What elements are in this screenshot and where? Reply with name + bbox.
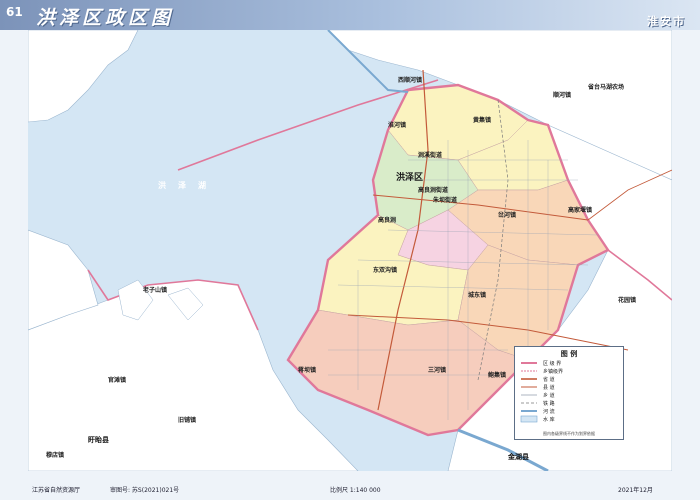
city-name: 淮安市 bbox=[647, 15, 686, 28]
town-huaihe: 淮河镇 bbox=[388, 122, 407, 129]
map-page: 61 洪泽区政区图 淮安市 洪泽湖 洪泽区 高良涧街道 东双沟镇 三河镇 黄集镇… bbox=[0, 0, 700, 500]
town-guantan: 官滩镇 bbox=[108, 377, 127, 384]
place-farm: 省台马湖农场 bbox=[588, 84, 625, 91]
legend-item: 铁 路 bbox=[543, 401, 555, 407]
page-number: 61 bbox=[6, 5, 23, 19]
legend-item: 区 级 界 bbox=[543, 361, 562, 367]
footer-approval: 审图号: 苏S(2021)021号 bbox=[110, 487, 180, 494]
legend-box: 图 例 区 级 界 乡镇级界 省 道 县 道 乡 道 铁 路 河 流 水 库 图… bbox=[514, 346, 624, 440]
town-chengdong: 城东镇 bbox=[468, 292, 487, 299]
town-jianxi: 涧溪街道 bbox=[418, 152, 443, 159]
legend-item: 乡镇级界 bbox=[543, 369, 564, 375]
legend-symbols bbox=[520, 362, 538, 423]
district-label: 洪泽区 bbox=[396, 173, 424, 183]
town-sanhe: 三河镇 bbox=[428, 367, 447, 374]
footer: 江苏省自然资源厅 审图号: 苏S(2021)021号 比例尺 1:140 000… bbox=[0, 471, 700, 500]
town-huayuan: 花园镇 bbox=[618, 297, 637, 304]
legend-item: 水 库 bbox=[543, 417, 555, 423]
legend-item: 省 道 bbox=[543, 377, 555, 383]
town-huanglian: 黄集镇 bbox=[473, 117, 492, 124]
town-laozi: 老子山镇 bbox=[143, 287, 168, 294]
map-title: 洪泽区政区图 bbox=[36, 7, 175, 29]
footer-scale: 比例尺 1:140 000 bbox=[330, 487, 381, 494]
legend-item: 县 道 bbox=[543, 385, 555, 391]
legend-item: 乡 道 bbox=[543, 393, 555, 399]
town-mudian: 穆店镇 bbox=[46, 452, 65, 459]
town-xishun: 西顺河镇 bbox=[398, 77, 423, 84]
town-shunhe: 顺河镇 bbox=[553, 92, 572, 99]
town-gaoliang: 高良涧街道 bbox=[418, 187, 449, 194]
footer-date: 2021年12月 bbox=[618, 487, 653, 494]
town-jiupu: 旧铺镇 bbox=[178, 417, 197, 424]
legend-note: 图内各级界线不作为划界依据 bbox=[543, 431, 595, 436]
town-baoji: 鲍集镇 bbox=[488, 372, 507, 379]
legend-item: 河 流 bbox=[543, 409, 555, 415]
county-jinhu: 金湖县 bbox=[508, 453, 529, 461]
town-chengxi: 岔河镇 bbox=[498, 212, 517, 219]
town-gaojiayan: 高家堰镇 bbox=[568, 207, 593, 214]
lake-label: 洪泽湖 bbox=[158, 181, 218, 190]
town-jiangba: 蒋坝镇 bbox=[298, 367, 317, 374]
footer-publisher: 江苏省自然资源厅 bbox=[32, 487, 81, 494]
legend-labels: 区 级 界 乡镇级界 省 道 县 道 乡 道 铁 路 河 流 水 库 bbox=[543, 360, 563, 424]
town-chaigou: 朱坝街道 bbox=[433, 197, 458, 204]
town-gaoliang2: 高良涧 bbox=[378, 217, 397, 224]
county-xuyi: 盱眙县 bbox=[88, 436, 109, 444]
town-dongshuang: 东双沟镇 bbox=[373, 267, 398, 274]
legend-sym-reservoir bbox=[520, 415, 538, 423]
